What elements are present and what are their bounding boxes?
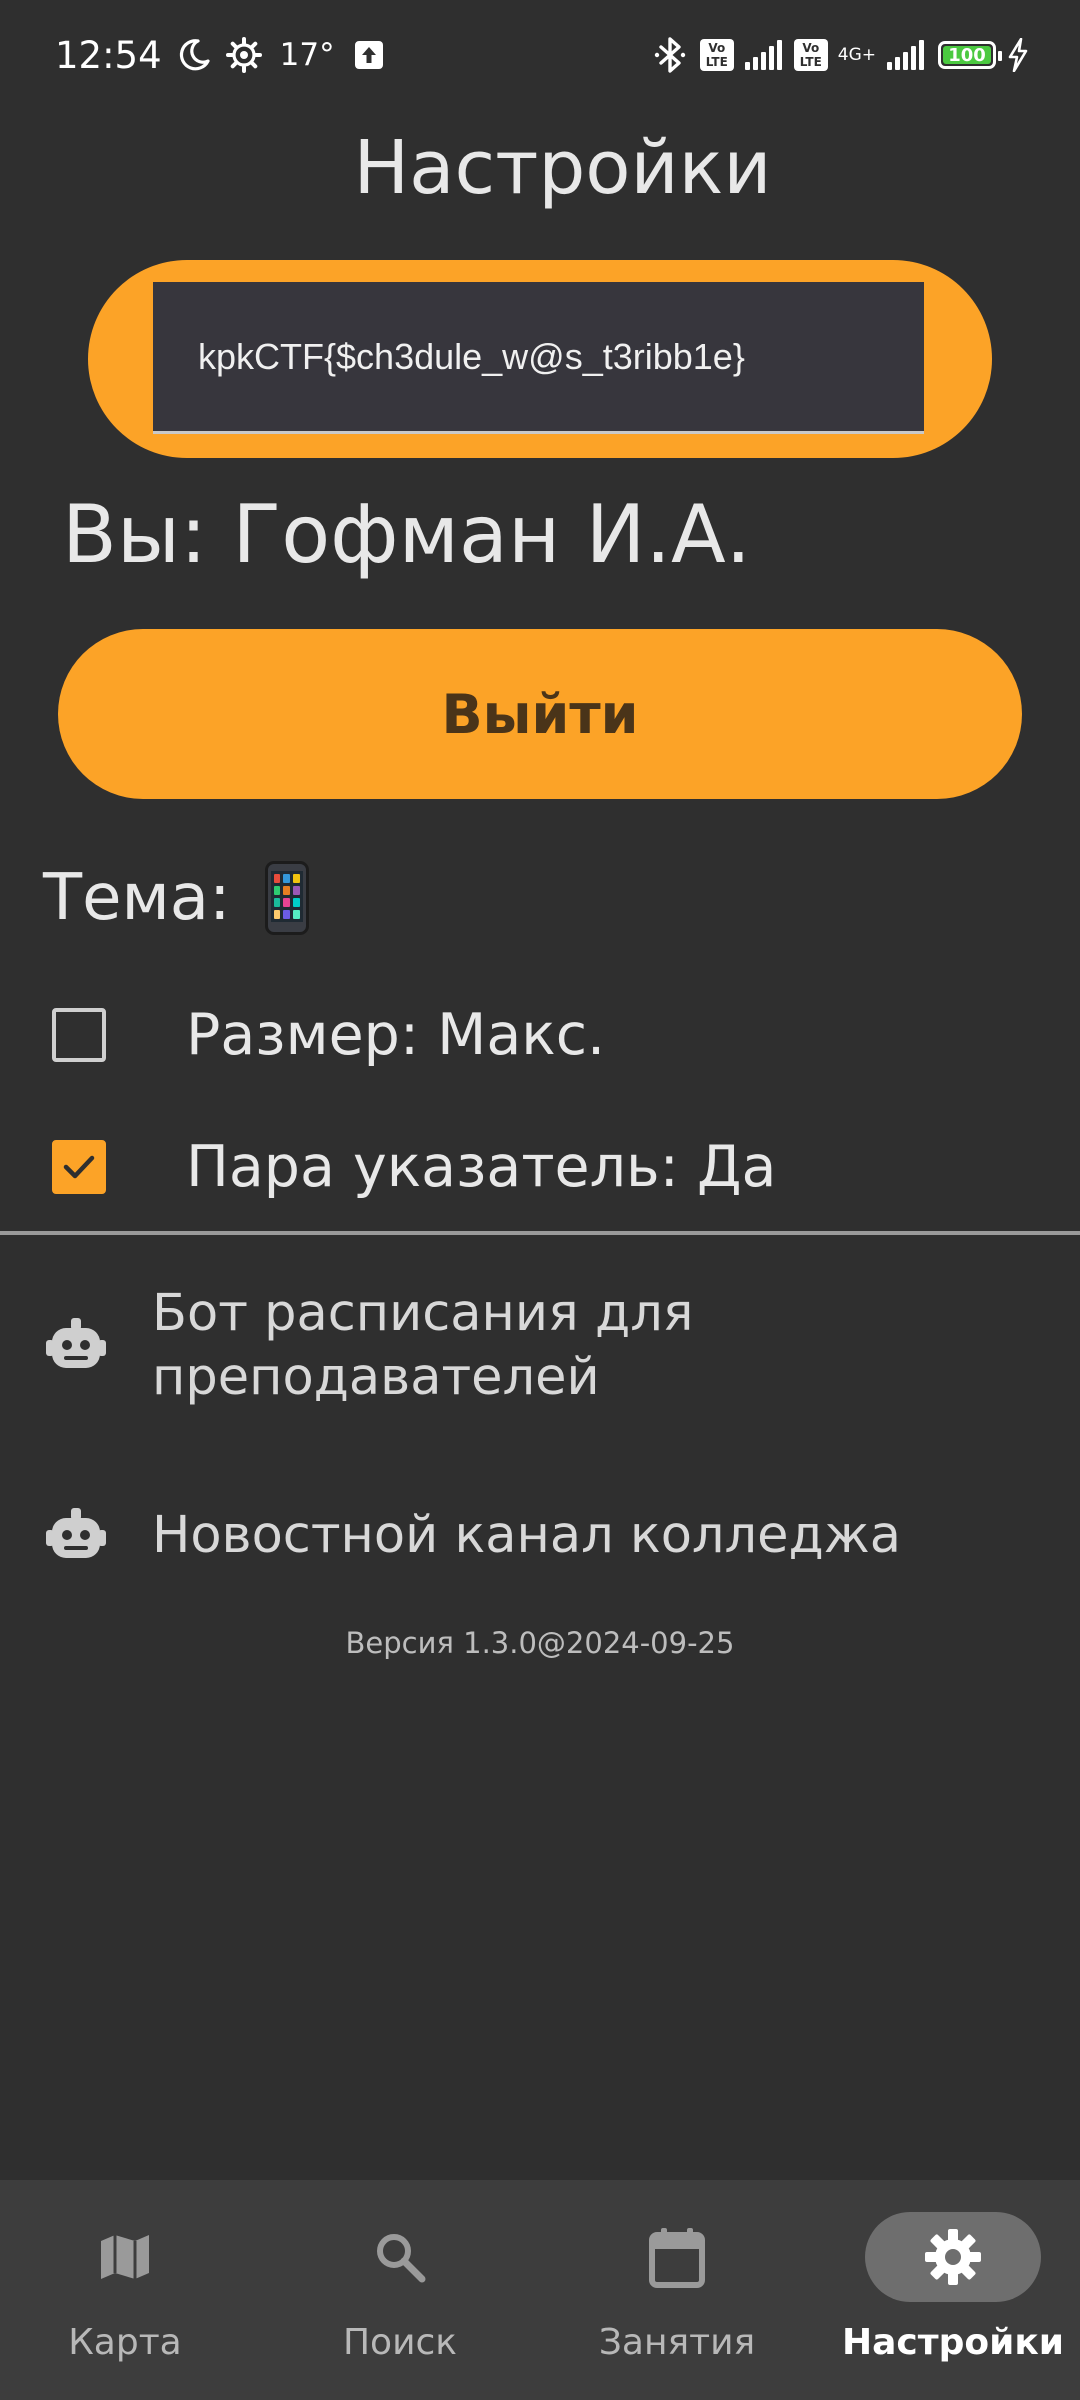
bottom-nav: Карта Поиск Занятия Настройки: [0, 2180, 1080, 2400]
token-field-container: kpkCTF{$ch3dule_w@s_t3ribb1e}: [88, 260, 992, 458]
map-icon: [37, 2212, 213, 2302]
size-option[interactable]: Размер: Макс.: [52, 1000, 605, 1070]
divider: [0, 1231, 1080, 1235]
nav-map[interactable]: Карта: [0, 2180, 260, 2400]
size-checkbox[interactable]: [52, 1008, 106, 1062]
phone-icon[interactable]: [264, 861, 309, 935]
search-icon: [312, 2212, 488, 2302]
charging-icon: [1008, 38, 1028, 72]
signal-icon-2: [884, 40, 924, 70]
pair-pointer-option[interactable]: Пара указатель: Да: [52, 1132, 776, 1202]
page-title: Настройки: [353, 125, 772, 211]
status-temperature: 17°: [279, 37, 335, 73]
pair-pointer-checkbox[interactable]: [52, 1140, 106, 1194]
status-bar: 12:54 17° Vo LTE Vo LTE 4G+ 100: [0, 0, 1080, 110]
token-input[interactable]: kpkCTF{$ch3dule_w@s_t3ribb1e}: [153, 282, 924, 434]
nav-settings[interactable]: Настройки: [818, 2180, 1080, 2400]
moon-icon: [176, 37, 212, 73]
upload-icon: [353, 39, 385, 71]
theme-label: Тема:: [43, 861, 231, 935]
news-channel-link[interactable]: Новостной канал колледжа: [44, 1504, 901, 1568]
volte-badge-2: Vo LTE: [793, 39, 828, 71]
robot-icon: [44, 1504, 108, 1568]
battery-icon: 100: [938, 41, 1002, 69]
teacher-bot-label: Бот расписания для преподавателей: [152, 1284, 694, 1407]
gear-status-icon: [225, 37, 262, 73]
robot-icon: [44, 1314, 108, 1378]
news-channel-label: Новостной канал колледжа: [152, 1506, 901, 1565]
signal-icon: [742, 40, 782, 70]
volte-badge-1: Vo LTE: [699, 39, 734, 71]
pair-pointer-label: Пара указатель: Да: [186, 1134, 777, 1200]
size-option-label: Размер: Макс.: [186, 1002, 606, 1068]
nav-classes[interactable]: Занятия: [542, 2180, 812, 2400]
calendar-icon: [589, 2212, 765, 2302]
settings-icon: [865, 2212, 1041, 2302]
nav-map-label: Карта: [68, 2322, 182, 2363]
bluetooth-icon: [652, 35, 688, 75]
status-time: 12:54: [55, 33, 162, 77]
logout-button[interactable]: Выйти: [58, 629, 1022, 799]
user-name-label: Вы: Гофман И.А.: [62, 488, 752, 581]
battery-level: 100: [943, 45, 991, 66]
checkmark-icon: [63, 1155, 95, 1179]
teacher-bot-link[interactable]: Бот расписания для преподавателей: [44, 1282, 792, 1410]
status-left: 12:54 17°: [55, 30, 385, 80]
version-text: Версия 1.3.0@2024-09-25: [345, 1626, 735, 1660]
status-right: Vo LTE Vo LTE 4G+ 100: [652, 30, 1028, 80]
theme-row: Тема:: [43, 858, 309, 938]
nav-search[interactable]: Поиск: [265, 2180, 535, 2400]
network-type: 4G+: [837, 45, 876, 65]
nav-classes-label: Занятия: [598, 2322, 756, 2363]
nav-search-label: Поиск: [342, 2322, 458, 2363]
nav-settings-label: Настройки: [841, 2322, 1064, 2363]
